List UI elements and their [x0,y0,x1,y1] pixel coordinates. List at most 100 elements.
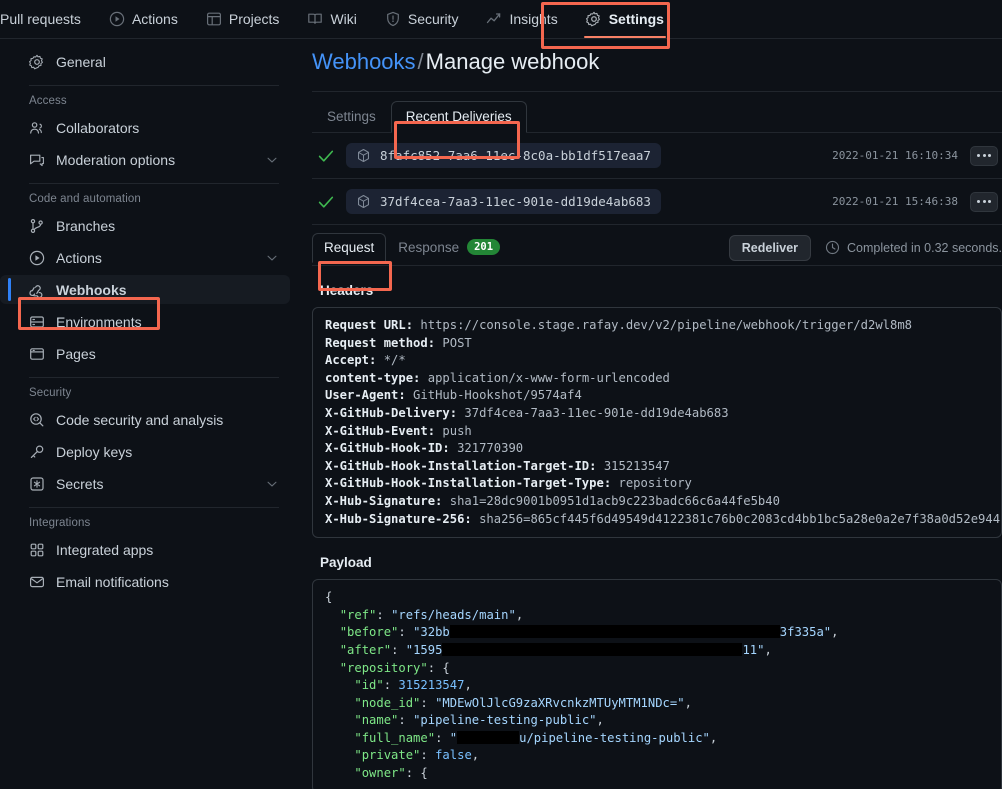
delivery-guid-pill[interactable]: 37df4cea-7aa3-11ec-901e-dd19de4ab683 [346,189,661,214]
delivery-row[interactable]: 37df4cea-7aa3-11ec-901e-dd19de4ab683 202… [312,179,1002,225]
nav-item-actions[interactable]: Actions [95,0,192,38]
header-value: sha1=28dc9001b0951d1acb9c223badc66c6a44f… [442,493,780,508]
header-value: */* [376,353,406,368]
payload-token: : { [405,766,428,781]
header-value: POST [435,335,472,350]
tab-request-label: Request [324,239,375,255]
key-icon [29,444,45,460]
sidebar-item-general[interactable]: General [0,47,290,76]
header-line: X-GitHub-Hook-Installation-Target-ID: 31… [325,458,989,476]
sidebar-item-environments[interactable]: Environments [0,307,290,336]
payload-line: "id": 315213547, [325,677,989,695]
redeliver-button[interactable]: Redeliver [728,234,812,261]
payload-token: "MDEwOlJlcG9zaXRvcnkzMTUyMTM1NDc=" [435,695,685,710]
sidebar-item-label: Actions [56,249,102,266]
sidebar-item-code-security-and-analysis[interactable]: Code security and analysis [0,405,290,434]
asterisk-icon [29,476,45,492]
delivery-row[interactable]: 8fafc852-7aa6-11ec-8c0a-bb1df517eaa7 202… [312,133,1002,179]
nav-item-label: Settings [608,11,664,27]
nav-item-label: Security [407,11,459,27]
redaction-bar [449,625,780,639]
payload-token: : [435,730,450,745]
header-value: sha256=865cf445f6d49549d4122381c76b0c208… [471,511,1001,526]
payload-token: "32bb [413,625,450,640]
main-content: Webhooks/Manage webhook Settings Recent … [312,47,1002,789]
payload-token: : [398,625,414,640]
sidebar-item-email-notifications[interactable]: Email notifications [0,567,290,596]
page-title: Webhooks/Manage webhook [312,47,1002,91]
payload-token: , [464,678,472,693]
chevron-down-icon[interactable] [265,153,279,167]
tab-request[interactable]: Request [312,232,387,263]
github-webhook-deliveries-page: Pull requests Actions Projects Wiki Secu… [0,0,1002,789]
sidebar-item-label: Environments [56,313,142,330]
payload-token: 315213547 [398,678,465,693]
sidebar-item-label: Moderation options [56,151,176,168]
sidebar-item-branches[interactable]: Branches [0,211,290,240]
sidebar-item-label: Collaborators [56,119,140,136]
sidebar-item-pages[interactable]: Pages [0,339,290,368]
sidebar-item-deploy-keys[interactable]: Deploy keys [0,437,290,466]
nav-item-projects[interactable]: Projects [192,0,294,38]
delivery-guid-pill[interactable]: 8fafc852-7aa6-11ec-8c0a-bb1df517eaa7 [346,143,661,168]
sidebar-item-label: Code security and analysis [56,411,224,428]
header-name: Request URL: [325,318,414,332]
redaction-bar [457,730,520,744]
header-line: X-Hub-Signature-256: sha256=865cf445f6d4… [325,511,1000,529]
comment-icon [29,152,45,168]
payload-line: "node_id": "MDEwOlJlcG9zaXRvcnkzMTUyMTM1… [325,695,989,713]
header-value: GitHub-Hookshot/9574af4 [405,388,582,403]
tab-response[interactable]: Response 201 [386,232,512,263]
header-name: X-Hub-Signature-256: [325,511,472,526]
chevron-down-icon[interactable] [265,251,279,265]
sidebar-item-integrated-apps[interactable]: Integrated apps [0,535,290,564]
sidebar-item-webhooks[interactable]: Webhooks [0,275,290,304]
play-icon [29,250,45,266]
sidebar-group-heading-code-and-automation: Code and automation [29,193,141,205]
headers-code-block: Request URL: https://console.stage.rafay… [312,307,1002,539]
nav-item-insights[interactable]: Insights [472,0,571,38]
nav-item-wiki[interactable]: Wiki [293,0,370,38]
success-check-icon [318,149,334,163]
header-value: 321770390 [449,441,524,456]
tab-recent-deliveries[interactable]: Recent Deliveries [390,101,527,133]
apps-icon [29,542,45,558]
sidebar-item-secrets[interactable]: Secrets [0,469,290,498]
sidebar-item-label: Integrated apps [56,541,154,558]
header-name: User-Agent: [325,388,406,403]
nav-item-security[interactable]: Security [371,0,473,38]
header-name: Accept: [325,353,377,368]
payload-line: "owner": { [325,765,989,783]
sidebar-item-moderation-options[interactable]: Moderation options [0,145,290,174]
redaction-bar [442,642,743,656]
code-scan-icon [29,412,45,428]
chevron-down-icon[interactable] [265,477,279,491]
sidebar-item-actions[interactable]: Actions [0,243,290,272]
header-line: Request method: POST [325,335,989,353]
tab-settings[interactable]: Settings [312,101,391,133]
payload-token: "full_name" [354,730,436,745]
delivery-options-button[interactable] [970,191,998,212]
sidebar-item-collaborators[interactable]: Collaborators [0,113,290,142]
payload-token: , [471,748,480,763]
nav-item-pull-requests[interactable]: Pull requests [0,0,95,38]
breadcrumb-webhooks-link[interactable]: Webhooks [312,49,416,74]
header-line: Accept: */* [325,352,989,370]
payload-token: "refs/heads/main" [391,607,516,622]
header-name: Request method: [325,335,436,350]
delivery-guid: 8fafc852-7aa6-11ec-8c0a-bb1df517eaa7 [380,148,651,163]
nav-item-settings[interactable]: Settings [572,0,678,38]
sidebar-item-label: Branches [56,217,116,234]
payload-line: "name": "pipeline-testing-public", [325,712,989,730]
headers-title: Headers [320,283,374,298]
payload-token: { [325,590,333,605]
delivery-timestamp: 2022-01-21 16:10:34 [832,149,958,162]
payload-line: { [325,589,989,607]
delivery-options-button[interactable] [970,145,998,166]
repo-nav: Pull requests Actions Projects Wiki Secu… [0,0,1002,39]
sidebar-group-heading-access: Access [29,95,67,107]
header-name: X-GitHub-Hook-Installation-Target-ID: [325,458,597,473]
